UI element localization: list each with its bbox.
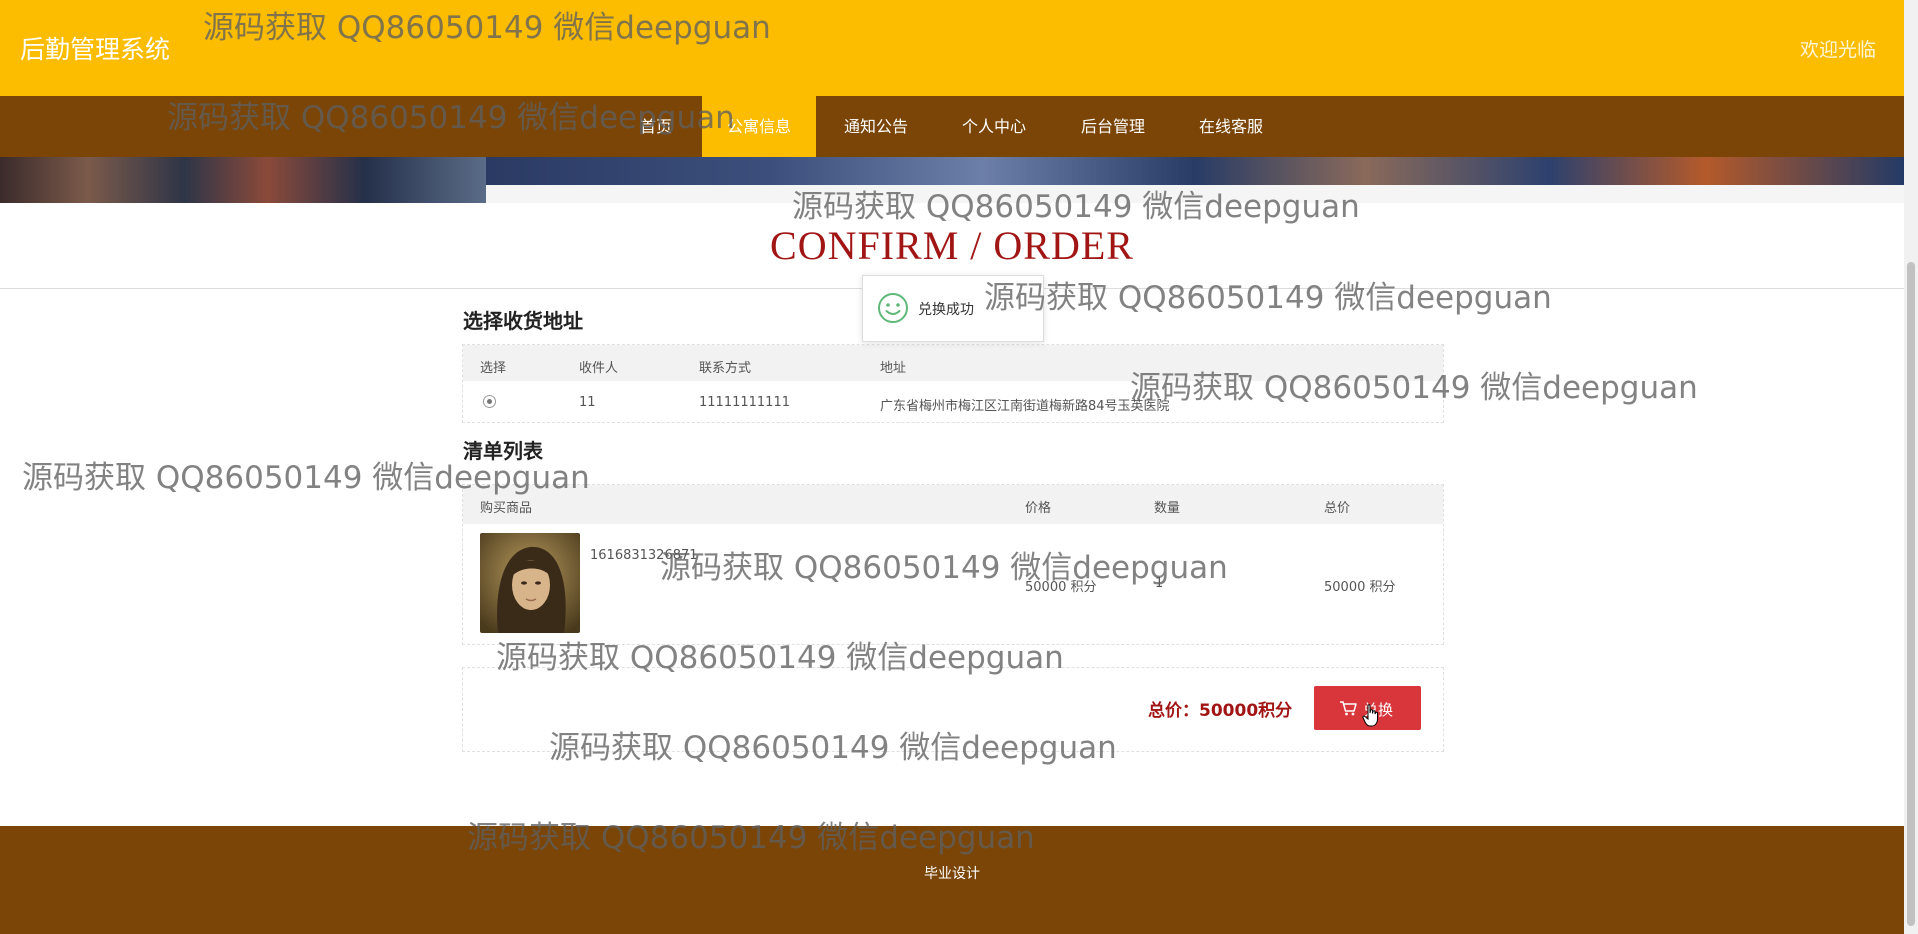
top-header: 后勤管理系统 欢迎光临 — [0, 0, 1904, 96]
nav-item-home[interactable]: 首页 — [623, 96, 689, 157]
nav-item-apartment-info[interactable]: 公寓信息 — [702, 96, 816, 157]
welcome-text: 欢迎光临 — [1799, 39, 1876, 61]
col-phone: 联系方式 — [699, 361, 752, 376]
nav-item-personal-center[interactable]: 个人中心 — [948, 96, 1040, 157]
banner-image-right — [486, 157, 1904, 185]
order-table: 购买商品 价格 数量 总价 1616831326871 50000 积分 1 5… — [462, 484, 1444, 645]
smile-icon — [877, 292, 909, 324]
scrollbar-thumb[interactable] — [1907, 262, 1915, 926]
footer: 毕业设计 — [0, 826, 1904, 934]
col-product: 购买商品 — [480, 501, 533, 516]
product-thumbnail[interactable] — [480, 533, 580, 633]
hand-cursor-icon — [1362, 704, 1380, 728]
order-section-title: 清单列表 — [463, 439, 543, 463]
col-recipient: 收件人 — [579, 361, 619, 376]
product-price: 50000 积分 — [1025, 580, 1097, 595]
col-quantity: 数量 — [1154, 501, 1181, 516]
nav-item-admin[interactable]: 后台管理 — [1066, 96, 1160, 157]
nav-item-notices[interactable]: 通知公告 — [829, 96, 923, 157]
success-toast: 兑换成功 — [862, 275, 1044, 342]
page-heading: CONFIRM / ORDER — [770, 223, 1134, 268]
address-table: 选择 收件人 联系方式 地址 11 11111111111 广东省梅州市梅江区江… — [462, 344, 1444, 423]
product-total: 50000 积分 — [1324, 580, 1396, 595]
cart-icon — [1339, 700, 1357, 716]
product-name[interactable]: 1616831326871 — [590, 548, 698, 563]
col-total: 总价 — [1324, 501, 1351, 516]
total-price-label: 总价：50000积分 — [1148, 701, 1293, 721]
phone-cell: 11111111111 — [699, 395, 790, 410]
address-section-title: 选择收货地址 — [463, 309, 583, 333]
address-radio[interactable] — [483, 395, 496, 408]
recipient-cell: 11 — [579, 395, 596, 410]
summary-box — [462, 667, 1444, 752]
col-price: 价格 — [1025, 501, 1052, 516]
banner-strip — [486, 185, 1904, 203]
banner-image-left — [0, 157, 486, 203]
order-table-header: 购买商品 价格 数量 总价 — [463, 485, 1443, 524]
main-nav: 首页 公寓信息 通知公告 个人中心 后台管理 在线客服 — [0, 96, 1904, 157]
toast-message: 兑换成功 — [918, 302, 974, 318]
footer-text: 毕业设计 — [924, 866, 980, 882]
product-quantity: 1 — [1155, 576, 1164, 591]
address-cell: 广东省梅州市梅江区江南街道梅新路84号玉英医院 — [880, 399, 1170, 414]
site-title[interactable]: 后勤管理系统 — [20, 30, 170, 66]
nav-item-online-service[interactable]: 在线客服 — [1184, 96, 1278, 157]
address-table-header: 选择 收件人 联系方式 地址 — [463, 345, 1443, 381]
col-select: 选择 — [480, 361, 507, 376]
watermark-text: 源码获取 QQ86050149 微信deepguan — [984, 280, 1552, 316]
page-scrollbar[interactable] — [1904, 0, 1918, 934]
col-address: 地址 — [880, 361, 907, 376]
